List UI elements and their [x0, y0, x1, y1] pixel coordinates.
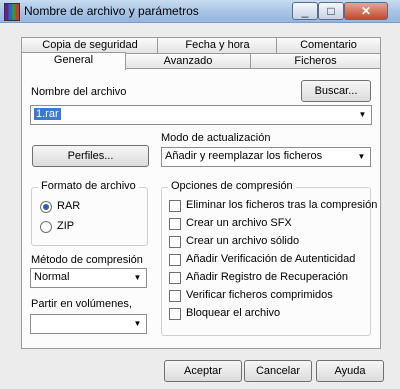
maximize-button[interactable]: □ [318, 2, 344, 20]
tab-fecha-y-hora[interactable]: Fecha y hora [157, 37, 278, 53]
browse-button[interactable]: Buscar... [301, 80, 371, 102]
tab-avanzado[interactable]: Avanzado [124, 53, 252, 69]
lock-archive-checkbox[interactable] [169, 308, 181, 320]
format-zip-label[interactable]: ZIP [57, 220, 74, 232]
recovery-record-label[interactable]: Añadir Registro de Recuperación [186, 271, 348, 283]
cancel-button[interactable]: Cancelar [244, 360, 312, 382]
recovery-record-checkbox[interactable] [169, 272, 181, 284]
chevron-down-icon[interactable]: ▼ [131, 271, 144, 284]
tab-general[interactable]: General [21, 52, 126, 70]
compression-method-label: Método de compresión [31, 254, 143, 266]
format-rar-label[interactable]: RAR [57, 200, 80, 212]
update-mode-value: Añadir y reemplazar los ficheros [165, 150, 323, 162]
archive-dialog: Nombre de archivo y parámetros _ □ ✕ Cop… [0, 0, 400, 389]
verify-files-checkbox[interactable] [169, 290, 181, 302]
chevron-down-icon[interactable]: ▼ [131, 317, 144, 330]
tab-comentario[interactable]: Comentario [276, 37, 381, 53]
ok-button[interactable]: Aceptar [164, 360, 242, 382]
delete-files-checkbox[interactable] [169, 200, 181, 212]
solid-archive-label[interactable]: Crear un archivo sólido [186, 235, 299, 247]
create-sfx-checkbox[interactable] [169, 218, 181, 230]
tab-copia-de-seguridad[interactable]: Copia de seguridad [21, 37, 159, 53]
format-rar-radio[interactable] [40, 201, 52, 213]
help-button[interactable]: Ayuda [316, 360, 384, 382]
winrar-icon [4, 3, 20, 21]
filename-label: Nombre del archivo [31, 86, 127, 98]
update-mode-select[interactable]: Añadir y reemplazar los ficheros ▼ [161, 147, 371, 167]
tab-ficheros[interactable]: Ficheros [250, 53, 381, 69]
create-sfx-label[interactable]: Crear un archivo SFX [186, 217, 292, 229]
archive-format-label: Formato de archivo [38, 180, 139, 192]
delete-files-label[interactable]: Eliminar los ficheros tras la compresión [186, 199, 377, 211]
compression-method-value: Normal [34, 271, 70, 283]
compression-options-group: Opciones de compresión Eliminar los fich… [161, 180, 377, 336]
chevron-down-icon[interactable]: ▼ [356, 108, 369, 121]
profiles-button[interactable]: Perfiles... [32, 145, 149, 167]
filename-combo[interactable]: 1.rar ▼ [30, 105, 372, 125]
format-zip-radio[interactable] [40, 221, 52, 233]
chevron-down-icon[interactable]: ▼ [355, 150, 368, 163]
compression-method-select[interactable]: Normal ▼ [30, 268, 147, 288]
minimize-button[interactable]: _ [292, 2, 318, 20]
authenticity-label[interactable]: Añadir Verificación de Autenticidad [186, 253, 355, 265]
filename-input[interactable]: 1.rar [34, 108, 61, 120]
close-button[interactable]: ✕ [344, 2, 388, 20]
archive-format-group: Formato de archivo RAR ZIP [31, 180, 148, 246]
compression-options-label: Opciones de compresión [168, 180, 296, 192]
authenticity-checkbox[interactable] [169, 254, 181, 266]
update-mode-label: Modo de actualización [161, 132, 271, 144]
split-volumes-label: Partir en volúmenes, [31, 298, 132, 310]
general-tab-panel: Nombre del archivo Buscar... 1.rar ▼ Per… [21, 68, 381, 349]
lock-archive-label[interactable]: Bloquear el archivo [186, 307, 280, 319]
title-bar[interactable]: Nombre de archivo y parámetros _ □ ✕ [0, 0, 400, 23]
solid-archive-checkbox[interactable] [169, 236, 181, 248]
verify-files-label[interactable]: Verificar ficheros comprimidos [186, 289, 333, 301]
split-volumes-combo[interactable]: ▼ [30, 314, 147, 334]
window-title: Nombre de archivo y parámetros [24, 4, 199, 18]
